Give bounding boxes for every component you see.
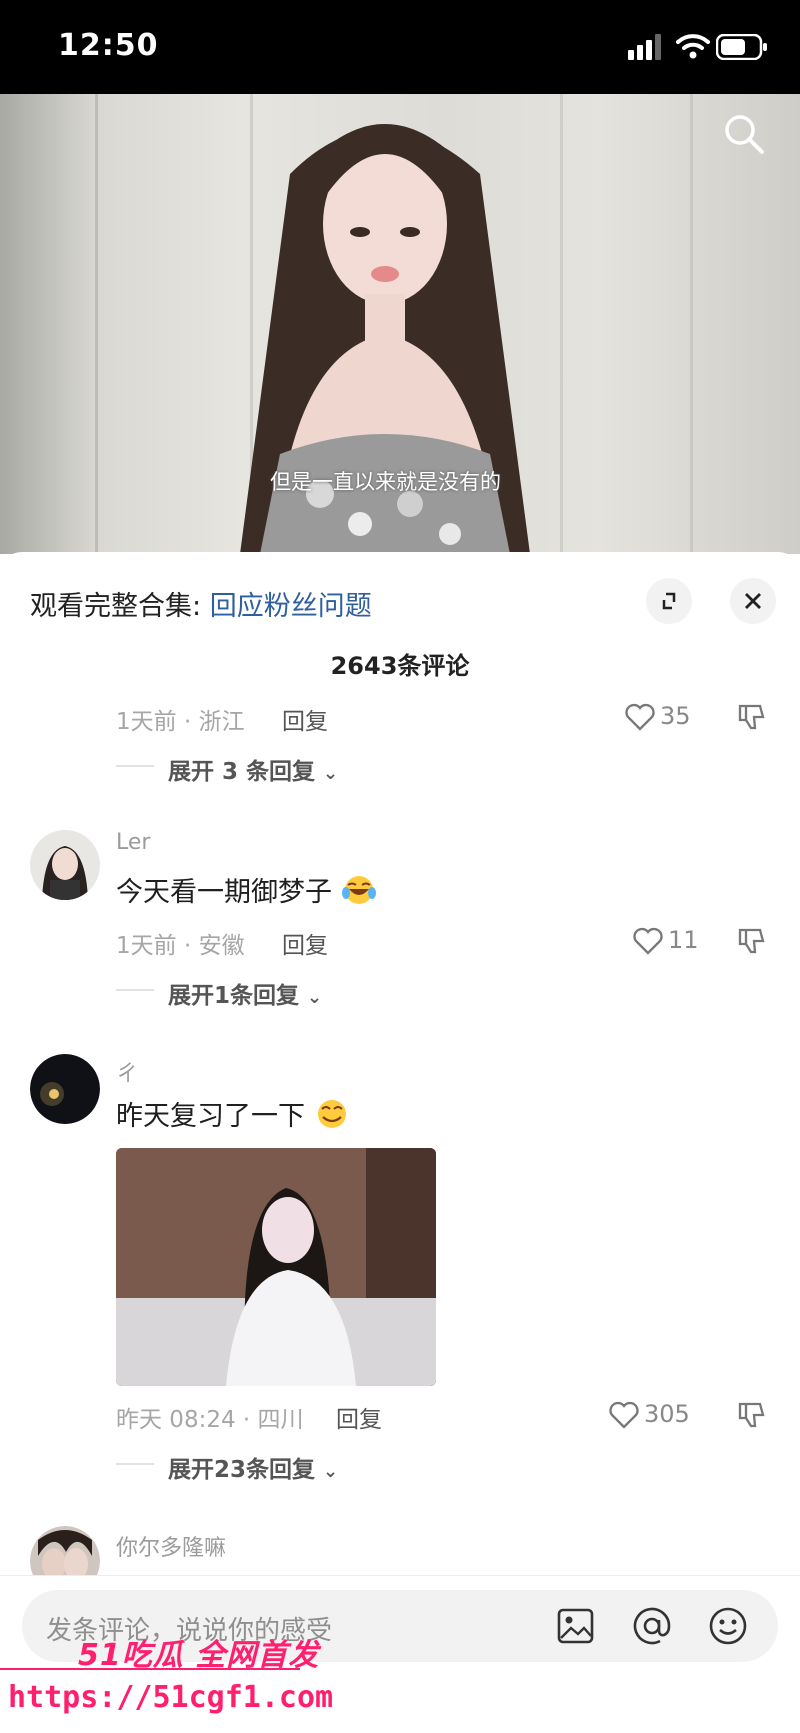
comment-image[interactable] [116, 1148, 436, 1386]
signal-icon [628, 34, 661, 60]
dislike-icon[interactable] [736, 926, 766, 956]
expand-replies[interactable]: 展开 3 条回复 ⌄ [168, 752, 338, 786]
comment-meta: 昨天 08:24 · 四川 [116, 1407, 304, 1433]
expand-replies[interactable]: 展开1条回复 ⌄ [168, 976, 322, 1010]
collection-prefix: 观看完整合集: [30, 591, 202, 622]
heart-icon[interactable] [608, 1400, 640, 1430]
avatar[interactable] [30, 1054, 100, 1124]
close-button[interactable] [730, 578, 776, 624]
chevron-down-icon: ⌄ [307, 987, 323, 1008]
like-count: 35 [660, 702, 691, 730]
chevron-down-icon: ⌄ [323, 763, 339, 784]
emoji-icon[interactable] [708, 1606, 748, 1646]
mention-icon[interactable] [632, 1606, 672, 1646]
comment-author[interactable]: Ler [116, 830, 150, 855]
expand-label: 展开23条回复 [168, 1457, 316, 1483]
like-count: 11 [668, 926, 699, 954]
chevron-down-icon: ⌄ [323, 1461, 339, 1482]
status-time: 12:50 [58, 28, 159, 63]
reply-button[interactable]: 回复 [336, 1400, 382, 1434]
comment-author[interactable]: 你尔多隆嘛 [116, 1530, 226, 1562]
expand-replies[interactable]: 展开23条回复 ⌄ [168, 1450, 338, 1484]
heart-icon[interactable] [624, 702, 656, 732]
comment-author[interactable]: ㄔ [116, 1056, 138, 1088]
expand-label: 展开1条回复 [168, 983, 300, 1009]
avatar[interactable] [30, 830, 100, 900]
comment-count: 2643条评论 [330, 652, 470, 680]
reply-button[interactable]: 回复 [282, 926, 328, 960]
dislike-icon[interactable] [736, 1400, 766, 1430]
laughing-emoji-icon [341, 875, 377, 905]
status-bar: 12:50 [0, 0, 800, 94]
comment-text: 昨天复习了一下 [116, 1094, 350, 1133]
close-icon [745, 593, 761, 609]
fullscreen-button[interactable] [646, 578, 692, 624]
comment-sheet: 观看完整合集: 回应粉丝问题 2643条评论 1天前 · 浙江 回复 35 展开… [0, 552, 800, 1733]
heart-icon[interactable] [632, 926, 664, 956]
video-player[interactable]: 但是一直以来就是没有的 [0, 94, 800, 554]
dislike-icon[interactable] [736, 702, 766, 732]
comment-text: 今天看一期御梦子 [116, 870, 377, 909]
battery-icon [716, 34, 767, 60]
wifi-icon [676, 34, 710, 59]
comment-meta: 1天前 · 安徽 [116, 933, 245, 959]
collection-row[interactable]: 观看完整合集: 回应粉丝问题 [30, 584, 372, 623]
like-count: 305 [644, 1400, 690, 1428]
search-icon[interactable] [722, 112, 766, 156]
smile-emoji-icon [314, 1099, 350, 1129]
comment-meta: 1天前 · 浙江 [116, 709, 245, 735]
video-subtitle: 但是一直以来就是没有的 [270, 470, 501, 494]
reply-button[interactable]: 回复 [282, 702, 328, 736]
watermark-url: https://51cgf1.com [8, 1680, 334, 1715]
expand-icon [662, 592, 676, 610]
image-icon[interactable] [556, 1606, 596, 1646]
collection-link[interactable]: 回应粉丝问题 [210, 591, 372, 622]
expand-label: 展开 3 条回复 [168, 759, 316, 785]
